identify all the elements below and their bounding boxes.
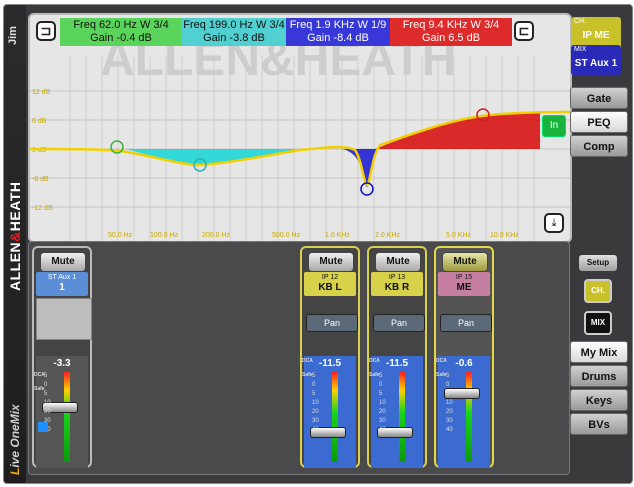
eq-x-axis-labels: 50.0 Hz 100.0 Hz 200.0 Hz 500.0 Hz 1.0 KHz 2.… [108,232,519,239]
mute-button[interactable]: Mute [375,252,421,272]
level-meter [64,372,70,462]
strip-kb-r: Mute IP 13 KB R Pan -11.5 DCA Safe 5 0 5 10 2… [367,246,427,468]
band-3-info[interactable]: Freq 1.9 KHz W 1/9 Gain -8.4 dB [286,18,390,46]
mix-panel: Mute ST Aux 11 -3.3 DCA Safe 50510203040… [28,241,570,475]
eq-y-axis-labels: 12 dB6 dB0 dB-6 dB-12 dB [32,89,53,212]
fader-scale-mark: 20 [446,409,453,415]
level-meter [399,372,405,462]
tab-drums[interactable]: Drums [570,365,628,387]
eq-x-tick-label: 5.0 KHz [446,232,471,239]
eq-y-tick-label: -6 dB [32,176,49,183]
fader-area[interactable]: -3.3 DCA Safe 50510203040 [34,356,88,468]
strip-name[interactable]: IP 12 KB L [304,272,356,296]
fader-scale: 5 0 5 10 20 30 40 [446,372,453,435]
low-shelf-icon[interactable]: ⊐ [36,21,56,41]
fader-scale-mark: 5 [446,373,450,379]
fader-area[interactable]: -11.5 DCA Safe 5 0 5 10 20 30 40 [369,356,423,468]
setup-ch-button[interactable]: CH. [584,279,612,303]
fader-scale-mark: 20 [44,409,51,415]
fader-scale-mark: 30 [379,418,386,424]
tab-keys[interactable]: Keys [570,389,628,411]
fader-scale-mark: 5 [312,373,316,379]
tab-peq[interactable]: PEQ [570,111,628,133]
setup-mix-button[interactable]: MIX [584,311,612,335]
mute-button[interactable]: Mute [442,252,488,272]
fader-scale-mark: 0 [44,382,48,388]
fader-scale-mark: 10 [379,400,386,406]
eq-x-tick-label: 50.0 Hz [108,232,133,239]
mix-name: ST Aux 1 [574,58,618,69]
fader-scale-mark: 5 [379,391,383,397]
status-indicator [38,422,48,432]
tab-my-mix[interactable]: My Mix [570,341,628,363]
fader-scale-mark: 20 [379,409,386,415]
fader-scale-mark: 5 [312,391,316,397]
pan-button[interactable]: Pan [373,314,425,332]
fader-value: -3.3 [53,358,71,369]
fader-scale-mark: 40 [312,427,319,433]
setup-button[interactable]: Setup [579,255,617,271]
peq-graph[interactable]: ALLEN&HEATH 12 dB 6 dB 0 dB -6 dB -12 dB 50.… [28,13,572,243]
fader-area[interactable]: -0.6 DCA Safe 5 0 5 10 20 30 40 [436,356,490,468]
pan-placeholder [36,298,92,340]
band-4-info[interactable]: Freq 9.4 KHz W 3/4 Gain 6.5 dB [390,18,512,46]
fader-scale-mark: 0 [312,382,316,388]
strip-st-aux-1: Mute ST Aux 11 -3.3 DCA Safe 50510203040 [32,246,92,468]
eq-flat-reset-icon[interactable]: ⤓ [544,213,564,233]
fader-scale-mark: 40 [446,427,453,433]
brand-logo: ALLEN&HEATH [7,181,23,291]
eq-x-tick-label: 10.0 KHz [490,232,519,239]
eq-y-tick-label: 6 dB [32,118,47,125]
eq-x-tick-label: 2.0 KHz [375,232,400,239]
fader-scale-mark: 5 [379,373,383,379]
tab-bvs[interactable]: BVs [570,413,628,435]
app-name: Live OneMix [8,404,22,475]
fader-scale-mark: 10 [44,400,51,406]
mute-button[interactable]: Mute [308,252,354,272]
pan-button[interactable]: Pan [306,314,358,332]
fader-scale-mark: 10 [446,400,453,406]
eq-x-tick-label: 500.0 Hz [272,232,301,239]
app-window: Jim ALLEN&HEATH Live OneMix ALLEN&HEATH … [3,4,633,484]
pan-button[interactable]: Pan [440,314,492,332]
fader-scale-mark: 5 [44,391,48,397]
user-name: Jim [7,26,19,45]
strip-name[interactable]: IP 13 KB R [371,272,423,296]
strip-name[interactable]: ST Aux 11 [36,272,88,296]
eq-x-tick-label: 100.0 Hz [150,232,179,239]
eq-y-tick-label: 12 dB [32,89,51,96]
fader-scale-mark: 30 [446,418,453,424]
tab-comp[interactable]: Comp [570,135,628,157]
eq-x-tick-label: 1.0 KHz [325,232,350,239]
fader-scale-mark: 0 [379,382,383,388]
band-4-fill [375,112,540,149]
fader-scale-mark: 5 [446,391,450,397]
fader-scale: 5 0 5 10 20 30 40 [379,372,386,435]
level-meter [332,372,338,462]
strip-me: Mute IP 15 ME Pan -0.6 DCA Safe 5 0 5 10 20 30… [434,246,494,468]
level-meter [466,372,472,462]
fader-scale-mark: 10 [312,400,319,406]
fader-area[interactable]: -11.5 DCA Safe 5 0 5 10 20 30 40 [302,356,356,468]
eq-in-button[interactable]: In [542,115,566,137]
fader-scale-mark: 40 [379,427,386,433]
fader-scale-mark: 0 [446,382,450,388]
mute-button[interactable]: Mute [40,252,86,272]
mix-selector[interactable]: MIX ST Aux 1 [571,45,621,75]
band-2-info[interactable]: Freq 199.0 Hz W 3/4 Gain -3.8 dB [182,18,286,46]
eq-curve-area[interactable]: ALLEN&HEATH 12 dB6 dB0 dB-6 dB-12 dB 50.… [30,15,570,241]
strip-kb-l: Mute IP 12 KB L Pan -11.5 DCA Safe 5 0 5 10 2… [300,246,360,468]
eq-y-tick-label: -12 dB [32,205,53,212]
strip-name[interactable]: IP 15 ME [438,272,490,296]
fader-scale-mark: 20 [312,409,319,415]
channel-name: IP ME [582,30,610,41]
tab-gate[interactable]: Gate [570,87,628,109]
left-sidebar: Jim ALLEN&HEATH Live OneMix [4,5,26,483]
high-shelf-icon[interactable]: ⊏ [514,21,534,41]
band-1-info[interactable]: Freq 62.0 Hz W 3/4 Gain -0.4 dB [60,18,182,46]
fader-scale: 5 0 5 10 20 30 40 [312,372,319,435]
fader-scale-mark: 5 [44,373,48,379]
eq-x-tick-label: 200.0 Hz [202,232,231,239]
fader-scale-mark: 30 [312,418,319,424]
